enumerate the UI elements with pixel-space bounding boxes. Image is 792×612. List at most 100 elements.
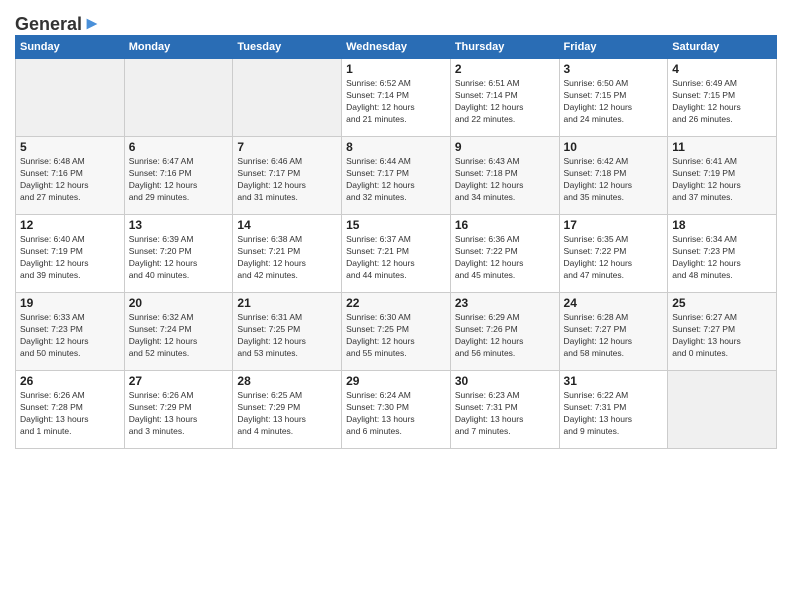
- calendar-cell: [233, 59, 342, 137]
- day-info: Sunrise: 6:35 AM Sunset: 7:22 PM Dayligh…: [564, 234, 664, 282]
- calendar-cell: 18 Sunrise: 6:34 AM Sunset: 7:23 PM Dayli…: [668, 215, 777, 293]
- day-info: Sunrise: 6:26 AM Sunset: 7:28 PM Dayligh…: [20, 390, 120, 438]
- header: General: [15, 10, 777, 31]
- calendar-header-wednesday: Wednesday: [342, 36, 451, 59]
- day-info: Sunrise: 6:49 AM Sunset: 7:15 PM Dayligh…: [672, 78, 772, 126]
- calendar-header-tuesday: Tuesday: [233, 36, 342, 59]
- calendar-header-saturday: Saturday: [668, 36, 777, 59]
- calendar-cell: 15 Sunrise: 6:37 AM Sunset: 7:21 PM Dayli…: [342, 215, 451, 293]
- day-info: Sunrise: 6:36 AM Sunset: 7:22 PM Dayligh…: [455, 234, 555, 282]
- day-info: Sunrise: 6:37 AM Sunset: 7:21 PM Dayligh…: [346, 234, 446, 282]
- calendar-cell: 3 Sunrise: 6:50 AM Sunset: 7:15 PM Daylig…: [559, 59, 668, 137]
- day-info: Sunrise: 6:33 AM Sunset: 7:23 PM Dayligh…: [20, 312, 120, 360]
- calendar-cell: 14Sunrise: 6:38 AM Sunset: 7:21 PM Dayli…: [233, 215, 342, 293]
- day-info: Sunrise: 6:39 AM Sunset: 7:20 PM Dayligh…: [129, 234, 229, 282]
- day-info: Sunrise: 6:50 AM Sunset: 7:15 PM Dayligh…: [564, 78, 664, 126]
- calendar-cell: 8 Sunrise: 6:44 AM Sunset: 7:17 PM Daylig…: [342, 137, 451, 215]
- calendar-header-row: SundayMondayTuesdayWednesdayThursdayFrid…: [16, 36, 777, 59]
- calendar-cell: 25 Sunrise: 6:27 AM Sunset: 7:27 PM Dayli…: [668, 293, 777, 371]
- day-info: Sunrise: 6:30 AM Sunset: 7:25 PM Dayligh…: [346, 312, 446, 360]
- calendar-header-sunday: Sunday: [16, 36, 125, 59]
- day-info: Sunrise: 6:52 AM Sunset: 7:14 PM Dayligh…: [346, 78, 446, 126]
- day-number: 11: [672, 140, 772, 154]
- day-number: 19: [20, 296, 120, 310]
- day-number: 5: [20, 140, 120, 154]
- page: General SundayMondayTuesdayWednesdayThur…: [0, 0, 792, 612]
- calendar-cell: 7Sunrise: 6:46 AM Sunset: 7:17 PM Daylig…: [233, 137, 342, 215]
- day-info: Sunrise: 6:29 AM Sunset: 7:26 PM Dayligh…: [455, 312, 555, 360]
- day-number: 17: [564, 218, 664, 232]
- day-info: Sunrise: 6:51 AM Sunset: 7:14 PM Dayligh…: [455, 78, 555, 126]
- day-number: 28: [237, 374, 337, 388]
- day-number: 12: [20, 218, 120, 232]
- day-number: 25: [672, 296, 772, 310]
- calendar-cell: 10 Sunrise: 6:42 AM Sunset: 7:18 PM Dayli…: [559, 137, 668, 215]
- calendar-cell: [124, 59, 233, 137]
- day-number: 22: [346, 296, 446, 310]
- logo: General: [15, 14, 101, 31]
- calendar-week-2: 5 Sunrise: 6:48 AM Sunset: 7:16 PM Daylig…: [16, 137, 777, 215]
- calendar-cell: 5 Sunrise: 6:48 AM Sunset: 7:16 PM Daylig…: [16, 137, 125, 215]
- calendar-cell: 13 Sunrise: 6:39 AM Sunset: 7:20 PM Dayli…: [124, 215, 233, 293]
- day-number: 29: [346, 374, 446, 388]
- calendar-header-friday: Friday: [559, 36, 668, 59]
- day-number: 16: [455, 218, 555, 232]
- day-info: Sunrise: 6:48 AM Sunset: 7:16 PM Dayligh…: [20, 156, 120, 204]
- calendar-cell: 31Sunrise: 6:22 AM Sunset: 7:31 PM Dayli…: [559, 371, 668, 449]
- day-number: 30: [455, 374, 555, 388]
- calendar-cell: 22 Sunrise: 6:30 AM Sunset: 7:25 PM Dayli…: [342, 293, 451, 371]
- day-number: 31: [564, 374, 664, 388]
- calendar-cell: 27Sunrise: 6:26 AM Sunset: 7:29 PM Dayli…: [124, 371, 233, 449]
- day-number: 3: [564, 62, 664, 76]
- calendar-cell: [668, 371, 777, 449]
- calendar-cell: 19 Sunrise: 6:33 AM Sunset: 7:23 PM Dayli…: [16, 293, 125, 371]
- day-info: Sunrise: 6:43 AM Sunset: 7:18 PM Dayligh…: [455, 156, 555, 204]
- day-info: Sunrise: 6:40 AM Sunset: 7:19 PM Dayligh…: [20, 234, 120, 282]
- day-info: Sunrise: 6:38 AM Sunset: 7:21 PM Dayligh…: [237, 234, 337, 282]
- day-info: Sunrise: 6:32 AM Sunset: 7:24 PM Dayligh…: [129, 312, 229, 360]
- day-number: 27: [129, 374, 229, 388]
- day-info: Sunrise: 6:24 AM Sunset: 7:30 PM Dayligh…: [346, 390, 446, 438]
- calendar-cell: 28 Sunrise: 6:25 AM Sunset: 7:29 PM Dayli…: [233, 371, 342, 449]
- calendar-week-3: 12 Sunrise: 6:40 AM Sunset: 7:19 PM Dayli…: [16, 215, 777, 293]
- calendar-cell: 21 Sunrise: 6:31 AM Sunset: 7:25 PM Dayli…: [233, 293, 342, 371]
- calendar-cell: 9 Sunrise: 6:43 AM Sunset: 7:18 PM Daylig…: [450, 137, 559, 215]
- day-number: 15: [346, 218, 446, 232]
- day-number: 2: [455, 62, 555, 76]
- day-number: 20: [129, 296, 229, 310]
- calendar-cell: 6 Sunrise: 6:47 AM Sunset: 7:16 PM Daylig…: [124, 137, 233, 215]
- day-info: Sunrise: 6:41 AM Sunset: 7:19 PM Dayligh…: [672, 156, 772, 204]
- day-info: Sunrise: 6:44 AM Sunset: 7:17 PM Dayligh…: [346, 156, 446, 204]
- day-number: 10: [564, 140, 664, 154]
- day-number: 13: [129, 218, 229, 232]
- day-number: 18: [672, 218, 772, 232]
- calendar-header-thursday: Thursday: [450, 36, 559, 59]
- day-number: 6: [129, 140, 229, 154]
- logo-line: General: [15, 14, 101, 35]
- day-info: Sunrise: 6:42 AM Sunset: 7:18 PM Dayligh…: [564, 156, 664, 204]
- day-info: Sunrise: 6:31 AM Sunset: 7:25 PM Dayligh…: [237, 312, 337, 360]
- day-number: 9: [455, 140, 555, 154]
- logo-general: General: [15, 14, 82, 35]
- calendar-cell: 20 Sunrise: 6:32 AM Sunset: 7:24 PM Dayli…: [124, 293, 233, 371]
- calendar-week-5: 26 Sunrise: 6:26 AM Sunset: 7:28 PM Dayli…: [16, 371, 777, 449]
- day-number: 24: [564, 296, 664, 310]
- day-info: Sunrise: 6:27 AM Sunset: 7:27 PM Dayligh…: [672, 312, 772, 360]
- calendar-cell: 17 Sunrise: 6:35 AM Sunset: 7:22 PM Dayli…: [559, 215, 668, 293]
- calendar-cell: 29 Sunrise: 6:24 AM Sunset: 7:30 PM Dayli…: [342, 371, 451, 449]
- calendar-cell: 16 Sunrise: 6:36 AM Sunset: 7:22 PM Dayli…: [450, 215, 559, 293]
- calendar-cell: 2 Sunrise: 6:51 AM Sunset: 7:14 PM Daylig…: [450, 59, 559, 137]
- calendar-table: SundayMondayTuesdayWednesdayThursdayFrid…: [15, 35, 777, 449]
- day-info: Sunrise: 6:46 AM Sunset: 7:17 PM Dayligh…: [237, 156, 337, 204]
- day-info: Sunrise: 6:47 AM Sunset: 7:16 PM Dayligh…: [129, 156, 229, 204]
- day-number: 26: [20, 374, 120, 388]
- calendar-week-4: 19 Sunrise: 6:33 AM Sunset: 7:23 PM Dayli…: [16, 293, 777, 371]
- calendar-cell: 1 Sunrise: 6:52 AM Sunset: 7:14 PM Daylig…: [342, 59, 451, 137]
- day-number: 1: [346, 62, 446, 76]
- day-number: 8: [346, 140, 446, 154]
- calendar-cell: 11 Sunrise: 6:41 AM Sunset: 7:19 PM Dayli…: [668, 137, 777, 215]
- day-info: Sunrise: 6:34 AM Sunset: 7:23 PM Dayligh…: [672, 234, 772, 282]
- day-number: 23: [455, 296, 555, 310]
- day-number: 21: [237, 296, 337, 310]
- day-info: Sunrise: 6:25 AM Sunset: 7:29 PM Dayligh…: [237, 390, 337, 438]
